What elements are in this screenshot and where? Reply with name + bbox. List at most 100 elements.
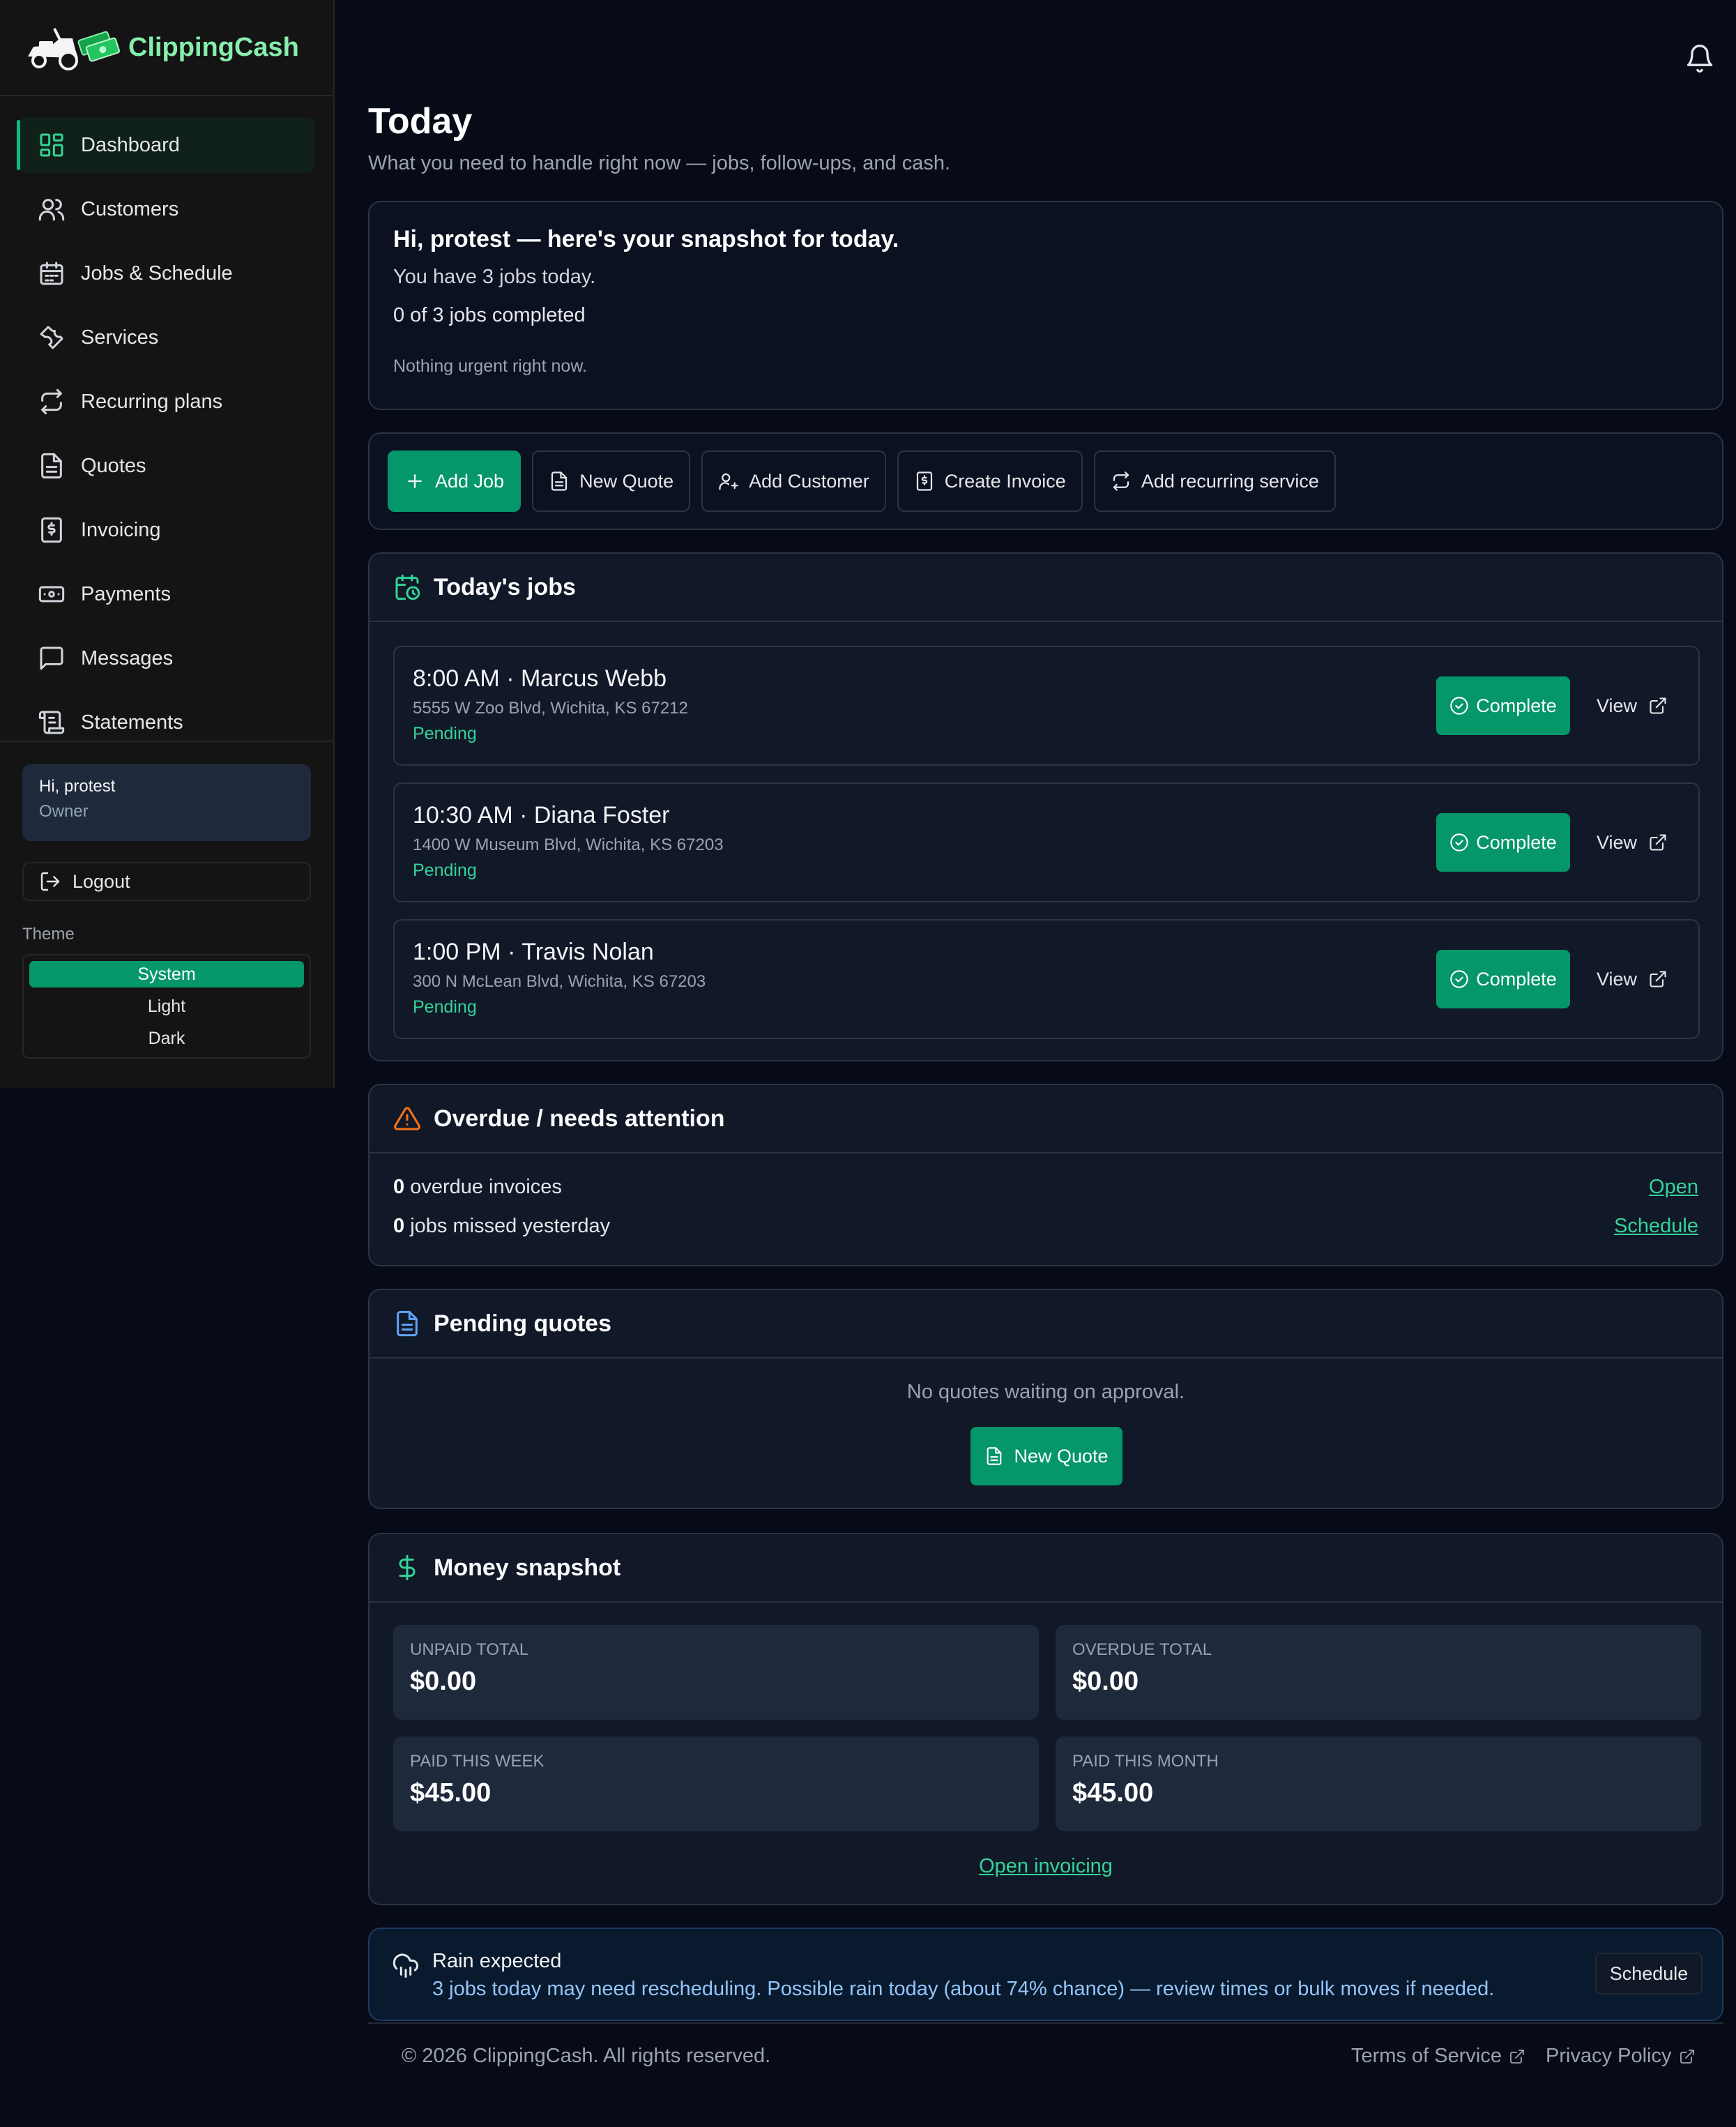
- sidebar-item-customers[interactable]: Customers: [17, 181, 315, 237]
- todays-jobs-card: Today's jobs 8:00 AM · Marcus Webb 5555 …: [368, 552, 1723, 1061]
- document-icon: [551, 471, 568, 491]
- user-plus-icon: [719, 473, 738, 490]
- logout-label: Logout: [73, 870, 130, 892]
- terms-of-service-link[interactable]: Terms of Service: [1351, 2045, 1525, 2068]
- footer: © 2026 ClippingCash. All rights reserved…: [368, 2022, 1723, 2092]
- view-job-button[interactable]: View: [1597, 950, 1668, 1008]
- check-circle-icon: [1450, 697, 1468, 715]
- pending-quotes-header: Pending quotes: [370, 1290, 1722, 1358]
- repeat-icon: [1113, 471, 1129, 491]
- sidebar-item-quotes[interactable]: Quotes: [17, 438, 315, 494]
- sidebar: ClippingCash Dashboard Customers Jobs & …: [0, 0, 335, 1088]
- complete-job-button[interactable]: Complete: [1436, 813, 1570, 872]
- sidebar-item-label: Recurring plans: [81, 390, 223, 413]
- terms-label: Terms of Service: [1351, 2045, 1502, 2067]
- theme-option-dark[interactable]: Dark: [29, 1025, 304, 1052]
- job-status: Pending: [413, 724, 477, 743]
- job-status: Pending: [413, 861, 477, 880]
- add-recurring-service-label: Add recurring service: [1141, 470, 1319, 492]
- message-icon: [40, 646, 63, 670]
- overdue-header: Overdue / needs attention: [370, 1085, 1722, 1153]
- brand-name: ClippingCash: [128, 32, 299, 62]
- sidebar-item-label: Quotes: [81, 454, 146, 477]
- logout-button[interactable]: Logout: [22, 862, 311, 901]
- document-icon: [987, 1447, 1002, 1465]
- invoice-icon: [41, 517, 62, 543]
- job-time-customer: 8:00 AM · Marcus Webb: [413, 665, 667, 692]
- open-invoices-link[interactable]: Open: [1649, 1176, 1698, 1199]
- sidebar-item-recurring-plans[interactable]: Recurring plans: [17, 374, 315, 430]
- user-greeting: Hi, protest: [39, 777, 116, 796]
- missed-jobs-row: 0 jobs missed yesterday Schedule: [393, 1215, 1698, 1238]
- schedule-link[interactable]: Schedule: [1614, 1215, 1698, 1238]
- theme-label: Theme: [22, 925, 75, 944]
- document-icon: [41, 453, 62, 479]
- new-quote-button[interactable]: New Quote: [970, 1427, 1122, 1485]
- view-job-button[interactable]: View: [1597, 813, 1668, 872]
- bell-icon[interactable]: [1684, 43, 1715, 74]
- overdue-total-tile: OVERDUE TOTAL $0.00: [1056, 1625, 1701, 1720]
- sidebar-item-dashboard[interactable]: Dashboard: [17, 117, 315, 173]
- job-row: 10:30 AM · Diana Foster 1400 W Museum Bl…: [393, 782, 1700, 902]
- view-job-button[interactable]: View: [1597, 676, 1668, 735]
- tile-label: PAID THIS WEEK: [410, 1752, 545, 1771]
- wrench-icon: [40, 326, 63, 349]
- theme-selector: System Light Dark: [22, 954, 311, 1059]
- add-job-button[interactable]: Add Job: [388, 451, 521, 512]
- sidebar-item-label: Customers: [81, 197, 179, 220]
- sidebar-footer: Hi, protest Owner Logout Theme System Li…: [0, 741, 333, 1059]
- theme-option-light[interactable]: Light: [29, 993, 304, 1020]
- create-invoice-button[interactable]: Create Invoice: [897, 451, 1083, 512]
- job-address: 300 N McLean Blvd, Wichita, KS 67203: [413, 972, 706, 991]
- sidebar-item-messages[interactable]: Messages: [17, 630, 315, 686]
- copyright: © 2026 ClippingCash. All rights reserved…: [402, 2045, 771, 2067]
- job-status: Pending: [413, 997, 477, 1017]
- complete-job-button[interactable]: Complete: [1436, 950, 1570, 1008]
- brand[interactable]: ClippingCash: [0, 0, 333, 96]
- check-circle-icon: [1450, 970, 1468, 988]
- overdue-invoices-count: 0: [393, 1176, 405, 1198]
- new-quote-button[interactable]: New Quote: [532, 451, 691, 512]
- todays-jobs-header: Today's jobs: [370, 554, 1722, 622]
- sidebar-item-payments[interactable]: Payments: [17, 566, 315, 622]
- sidebar-item-invoicing[interactable]: Invoicing: [17, 502, 315, 558]
- calendar-clock-icon: [395, 574, 420, 600]
- privacy-policy-link[interactable]: Privacy Policy: [1546, 2045, 1696, 2068]
- rain-message: 3 jobs today may need rescheduling. Poss…: [432, 1978, 1495, 2000]
- sidebar-item-label: Messages: [81, 646, 174, 669]
- user-card: Hi, protest Owner: [22, 764, 311, 841]
- rain-title: Rain expected: [432, 1950, 562, 1972]
- logout-icon: [40, 872, 60, 891]
- create-invoice-label: Create Invoice: [944, 470, 1066, 492]
- overdue-title: Overdue / needs attention: [434, 1105, 725, 1132]
- missed-jobs-label: jobs missed yesterday: [404, 1215, 611, 1237]
- money-snapshot-title: Money snapshot: [434, 1554, 621, 1581]
- pending-quotes-title: Pending quotes: [434, 1310, 611, 1337]
- dollar-icon: [399, 1554, 416, 1581]
- sidebar-item-label: Payments: [81, 582, 171, 605]
- sidebar-item-label: Invoicing: [81, 518, 161, 541]
- job-address: 1400 W Museum Blvd, Wichita, KS 67203: [413, 835, 724, 854]
- sidebar-item-jobs-schedule[interactable]: Jobs & Schedule: [17, 245, 315, 301]
- job-time-customer: 10:30 AM · Diana Foster: [413, 802, 670, 828]
- money-snapshot-card: Money snapshot UNPAID TOTAL $0.00 OVERDU…: [368, 1533, 1723, 1905]
- external-link-icon: [1650, 971, 1666, 987]
- schedule-button[interactable]: Schedule: [1595, 1953, 1703, 1994]
- sidebar-nav: Dashboard Customers Jobs & Schedule Serv…: [0, 96, 333, 750]
- complete-label: Complete: [1476, 968, 1557, 990]
- add-customer-button[interactable]: Add Customer: [701, 451, 886, 512]
- open-invoicing-link[interactable]: Open invoicing: [979, 1855, 1113, 1877]
- tile-label: OVERDUE TOTAL: [1072, 1640, 1212, 1659]
- add-recurring-service-button[interactable]: Add recurring service: [1093, 451, 1336, 512]
- snapshot-completed: 0 of 3 jobs completed: [393, 304, 586, 326]
- calendar-icon: [40, 262, 63, 285]
- sidebar-item-label: Services: [81, 326, 159, 349]
- todays-jobs-title: Today's jobs: [434, 573, 576, 600]
- page-subtitle: What you need to handle right now — jobs…: [368, 152, 951, 174]
- rain-alert: Rain expected 3 jobs today may need resc…: [368, 1928, 1723, 2021]
- sidebar-item-services[interactable]: Services: [17, 310, 315, 365]
- theme-option-system[interactable]: System: [29, 961, 304, 987]
- snapshot-greeting: Hi, protest — here's your snapshot for t…: [393, 226, 899, 252]
- complete-job-button[interactable]: Complete: [1436, 676, 1570, 735]
- overdue-invoices-row: 0 overdue invoices Open: [393, 1176, 1698, 1199]
